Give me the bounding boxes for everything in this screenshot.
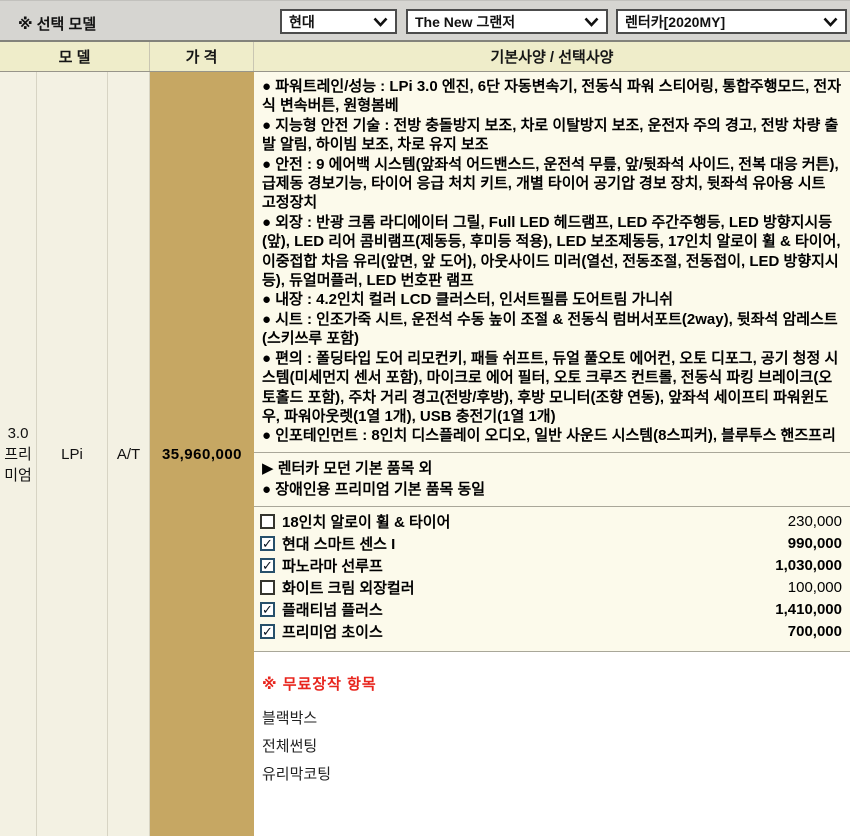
base-item-line: ▶ 렌터카 모던 기본 품목 외 bbox=[262, 458, 842, 479]
select-model-label: ※ 선택 모델 bbox=[18, 13, 96, 34]
option-label: 프리미엄 초이스 bbox=[282, 621, 383, 642]
model-name-cell: 3.0 프리미엄 bbox=[0, 72, 37, 836]
engine-cell: LPi bbox=[37, 72, 108, 836]
option-row: 화이트 크림 외장컬러 100,000 bbox=[260, 577, 844, 599]
spec-line: ● 안전 : 9 에어백 시스템(앞좌석 어드밴스드, 운전석 무릎, 앞/뒷좌… bbox=[262, 155, 842, 213]
option-price: 1,410,000 bbox=[775, 601, 844, 618]
trim-year-select-value: 렌터카[2020MY] bbox=[625, 15, 725, 29]
vehicle-config-page: ※ 선택 모델 현대 The New 그랜저 렌터카[2020MY] 모 델 가… bbox=[0, 0, 850, 838]
chevron-down-icon bbox=[373, 17, 388, 27]
model-select-bar: ※ 선택 모델 현대 The New 그랜저 렌터카[2020MY] bbox=[0, 0, 850, 42]
option-price: 990,000 bbox=[788, 535, 844, 552]
option-checkbox-checked[interactable]: ✓ bbox=[260, 602, 275, 617]
column-header-price: 가 격 bbox=[150, 42, 254, 71]
spec-line: ● 편의 : 폴딩타입 도어 리모컨키, 패들 쉬프트, 듀얼 풀오토 에어컨,… bbox=[262, 349, 842, 427]
base-item-line: ● 장애인용 프리미엄 기본 품목 동일 bbox=[262, 479, 842, 500]
option-label: 현대 스마트 센스 I bbox=[282, 533, 395, 554]
option-label: 18인치 알로이 휠 & 타이어 bbox=[282, 511, 450, 532]
transmission-cell: A/T bbox=[108, 72, 150, 836]
option-label: 플래티넘 플러스 bbox=[282, 599, 383, 620]
spec-line: ● 지능형 안전 기술 : 전방 충돌방지 보조, 차로 이탈방지 보조, 운전… bbox=[262, 116, 842, 155]
spec-line: ● 시트 : 인조가죽 시트, 운전석 수동 높이 조절 & 전동식 럼버서포트… bbox=[262, 310, 842, 349]
table-header: 모 델 가 격 기본사양 / 선택사양 bbox=[0, 42, 850, 72]
option-row: ✓ 파노라마 선루프 1,030,000 bbox=[260, 555, 844, 577]
options-section: 18인치 알로이 휠 & 타이어 230,000 ✓ 현대 스마트 센스 I 990,0… bbox=[254, 507, 850, 652]
free-item: 블랙박스 bbox=[262, 705, 842, 733]
option-label: 화이트 크림 외장컬러 bbox=[282, 577, 415, 598]
option-checkbox-checked[interactable]: ✓ bbox=[260, 558, 275, 573]
chevron-down-icon bbox=[823, 17, 838, 27]
column-header-model: 모 델 bbox=[0, 42, 150, 71]
option-row: ✓ 프리미엄 초이스 700,000 bbox=[260, 621, 844, 643]
price-cell: 35,960,000 bbox=[150, 72, 254, 836]
model-select[interactable]: The New 그랜저 bbox=[406, 9, 608, 34]
brand-select[interactable]: 현대 bbox=[280, 9, 397, 34]
model-row: 3.0 프리미엄 LPi A/T 35,960,000 ● 파워트레인/성능 :… bbox=[0, 72, 850, 836]
free-items-title: ※ 무료장작 항목 bbox=[262, 673, 842, 694]
option-checkbox-checked[interactable]: ✓ bbox=[260, 536, 275, 551]
option-row: ✓ 현대 스마트 센스 I 990,000 bbox=[260, 533, 844, 555]
free-item: 전체썬팅 bbox=[262, 733, 842, 761]
option-price: 100,000 bbox=[788, 579, 844, 596]
chevron-down-icon bbox=[584, 17, 599, 27]
option-row: ✓ 플래티넘 플러스 1,410,000 bbox=[260, 599, 844, 621]
base-items-section: ▶ 렌터카 모던 기본 품목 외● 장애인용 프리미엄 기본 품목 동일 bbox=[254, 453, 850, 507]
base-spec-section: ● 파워트레인/성능 : LPi 3.0 엔진, 6단 자동변속기, 전동식 파… bbox=[254, 72, 850, 453]
spec-line: ● 외장 : 반광 크롬 라디에이터 그릴, Full LED 헤드램프, LE… bbox=[262, 213, 842, 291]
free-items-section: ※ 무료장작 항목 블랙박스전체썬팅유리막코팅 bbox=[254, 652, 850, 836]
spec-line: ● 인포테인먼트 : 8인치 디스플레이 오디오, 일반 사운드 시스템(8스피… bbox=[262, 426, 842, 445]
option-checkbox-checked[interactable]: ✓ bbox=[260, 624, 275, 639]
free-item: 유리막코팅 bbox=[262, 761, 842, 789]
option-checkbox-unchecked[interactable] bbox=[260, 580, 275, 595]
spec-content-cell: ● 파워트레인/성능 : LPi 3.0 엔진, 6단 자동변속기, 전동식 파… bbox=[254, 72, 850, 836]
option-row: 18인치 알로이 휠 & 타이어 230,000 bbox=[260, 511, 844, 533]
spec-line: ● 내장 : 4.2인치 컬러 LCD 클러스터, 인서트필름 도어트림 가니쉬 bbox=[262, 290, 842, 309]
option-price: 700,000 bbox=[788, 623, 844, 640]
option-checkbox-unchecked[interactable] bbox=[260, 514, 275, 529]
model-select-value: The New 그랜저 bbox=[415, 15, 515, 29]
free-items-list: 블랙박스전체썬팅유리막코팅 bbox=[262, 705, 842, 789]
option-label: 파노라마 선루프 bbox=[282, 555, 383, 576]
spec-line: ● 파워트레인/성능 : LPi 3.0 엔진, 6단 자동변속기, 전동식 파… bbox=[262, 77, 842, 116]
option-price: 230,000 bbox=[788, 513, 844, 530]
trim-year-select[interactable]: 렌터카[2020MY] bbox=[616, 9, 847, 34]
option-price: 1,030,000 bbox=[775, 557, 844, 574]
column-header-spec: 기본사양 / 선택사양 bbox=[254, 42, 850, 71]
brand-select-value: 현대 bbox=[289, 15, 315, 29]
